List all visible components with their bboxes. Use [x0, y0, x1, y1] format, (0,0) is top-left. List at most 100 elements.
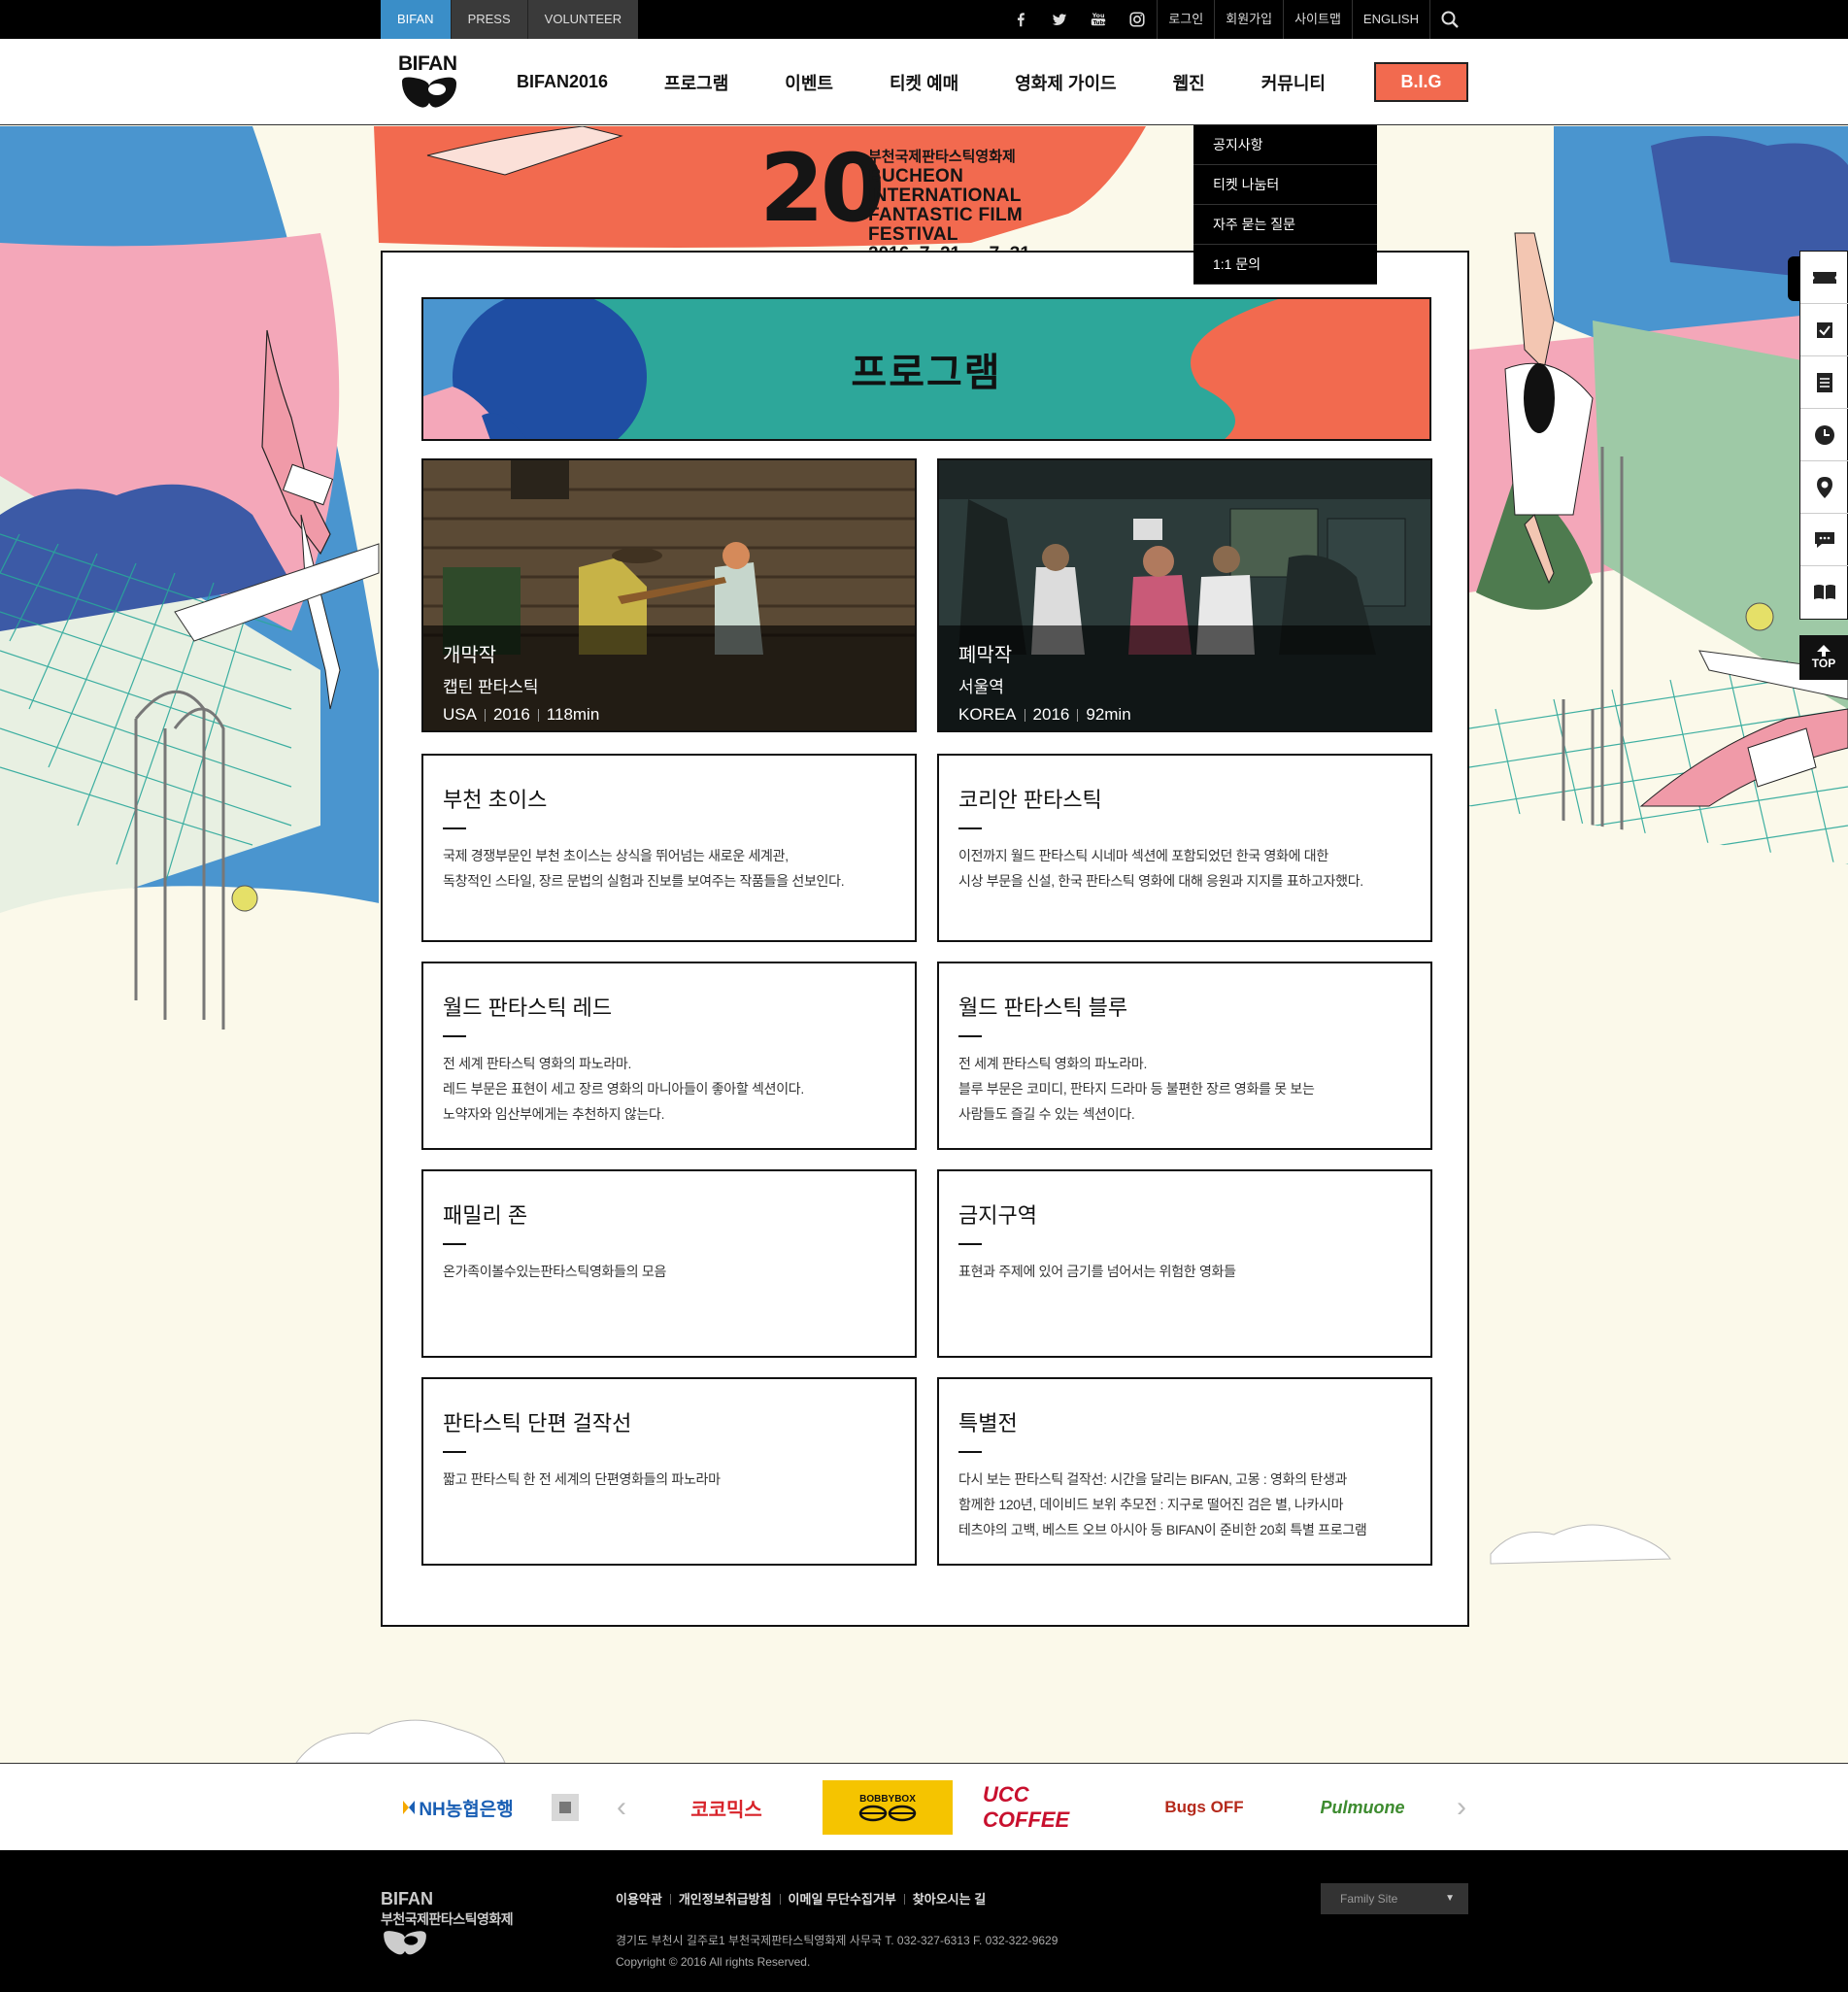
sponsor-next-arrow-icon[interactable]: ›	[1447, 1764, 1476, 1851]
nav-item-event[interactable]: 이벤트	[785, 70, 833, 95]
sponsor-nh-bank[interactable]: NH농협은행	[379, 1764, 534, 1851]
footer-link-directions[interactable]: 찾아오시는 길	[896, 1889, 986, 1908]
bobbybox-eyes-icon	[858, 1805, 917, 1821]
nav-item-webzine[interactable]: 웹진	[1173, 70, 1205, 95]
film-meta: KOREA 2016 92min	[958, 705, 1411, 725]
nav-item-ticket[interactable]: 티켓 예매	[890, 70, 958, 95]
section-title: 코리안 판타스틱	[958, 788, 1102, 812]
sponsor-logo[interactable]: Bugs OFF	[1139, 1764, 1269, 1851]
section-card-family-zone[interactable]: 패밀리 존 온가족이볼수있는판타스틱영화들의 모음	[421, 1169, 917, 1358]
clock-icon[interactable]	[1800, 409, 1848, 461]
desc-line: 온가족이볼수있는판타스틱영화들의 모음	[443, 1264, 667, 1279]
book-icon[interactable]	[1800, 566, 1848, 619]
sponsor-logo[interactable]: UCC COFFEE	[983, 1764, 1113, 1851]
desc-line: 함께한 120년, 데이비드 보위 추모전 : 지구로 떨어진 검은 별, 나카…	[958, 1497, 1344, 1512]
opening-film-caption: 개막작 캡틴 판타스틱 USA 2016 118min	[423, 625, 915, 730]
logo-mark-icon	[402, 77, 456, 108]
nav-menu: BIFAN2016 프로그램 이벤트 티켓 예매 영화제 가이드 웹진 커뮤니티	[517, 39, 1382, 125]
footer-link-privacy[interactable]: 개인정보취급방침	[662, 1889, 772, 1908]
section-card-korean-fantastic[interactable]: 코리안 판타스틱 이전까지 월드 판타스틱 시네마 섹션에 포함되었던 한국 영…	[937, 754, 1432, 942]
section-card-short-films[interactable]: 판타스틱 단편 걸작선 짧고 판타스틱 한 전 세계의 단편영화들의 파노라마	[421, 1377, 917, 1566]
footer-copyright: Copyright © 2016 All rights Reserved.	[616, 1955, 811, 1969]
youtube-icon[interactable]: You Tube	[1079, 0, 1118, 39]
instagram-icon[interactable]	[1118, 0, 1157, 39]
site-footer: BIFAN 부천국제판타스틱영화제 이용약관 개인정보취급방침 이메일 무단수집…	[0, 1850, 1848, 1992]
main-navigation: BIFAN BIFAN2016 프로그램 이벤트 티켓 예매 영화제 가이드 웹…	[0, 39, 1848, 125]
logo-text: BIFAN	[398, 52, 457, 75]
dropdown-item-ticket-share[interactable]: 티켓 나눔터	[1193, 165, 1377, 205]
sponsor-bg: BOBBYBOX	[823, 1780, 953, 1835]
film-runtime: 92min	[1086, 705, 1131, 724]
quick-menu-list	[1799, 251, 1848, 620]
nav-item-bifan2016[interactable]: BIFAN2016	[517, 72, 608, 92]
family-site-select[interactable]: Family Site ▼	[1321, 1883, 1468, 1914]
sponsor-logo[interactable]: 코코믹스	[661, 1764, 791, 1851]
dropdown-item-faq[interactable]: 자주 묻는 질문	[1193, 205, 1377, 245]
section-card-special[interactable]: 특별전 다시 보는 판타스틱 걸작선: 시간을 달리는 BIFAN, 고몽 : …	[937, 1377, 1432, 1566]
login-link[interactable]: 로그인	[1157, 0, 1214, 39]
section-title: 월드 판타스틱 블루	[958, 996, 1128, 1020]
nav-item-program[interactable]: 프로그램	[664, 70, 728, 95]
desc-line: 레드 부문은 표현이 세고 장르 영화의 마니아들이 좋아할 섹션이다.	[443, 1081, 804, 1097]
sponsor-name: Pulmuone	[1320, 1797, 1405, 1817]
film-country: USA	[443, 705, 477, 724]
search-icon[interactable]	[1429, 0, 1468, 39]
twitter-icon[interactable]	[1040, 0, 1079, 39]
sponsor-stop-button[interactable]	[551, 1764, 580, 1851]
closing-film-card[interactable]: 폐막작 서울역 KOREA 2016 92min	[937, 458, 1432, 732]
ticket-icon[interactable]	[1800, 252, 1848, 304]
facebook-icon[interactable]	[1001, 0, 1040, 39]
tab-bifan[interactable]: BIFAN	[381, 0, 451, 39]
nh-logo-icon	[403, 1801, 416, 1814]
section-divider	[443, 1451, 466, 1453]
footer-link-terms[interactable]: 이용약관	[616, 1889, 662, 1908]
banner-title: 프로그램	[851, 352, 1002, 394]
dropdown-item-inquiry[interactable]: 1:1 문의	[1193, 245, 1377, 285]
section-description: 국제 경쟁부문인 부천 초이스는 상식을 뛰어넘는 새로운 세계관, 독창적인 …	[443, 843, 895, 894]
film-title: 서울역	[958, 678, 1004, 696]
desc-line: 전 세계 판타스틱 영화의 파노라마.	[443, 1056, 632, 1071]
back-to-top-button[interactable]: TOP	[1799, 635, 1848, 680]
signup-link[interactable]: 회원가입	[1214, 0, 1283, 39]
dropdown-item-notice[interactable]: 공지사항	[1193, 125, 1377, 165]
english-link[interactable]: ENGLISH	[1351, 0, 1429, 39]
section-title: 패밀리 존	[443, 1203, 528, 1228]
sitemap-link[interactable]: 사이트맵	[1283, 0, 1352, 39]
section-card-world-blue[interactable]: 월드 판타스틱 블루 전 세계 판타스틱 영화의 파노라마. 블루 부문은 코미…	[937, 962, 1432, 1150]
chat-icon[interactable]	[1800, 514, 1848, 566]
section-description: 표현과 주제에 있어 금기를 넘어서는 위험한 영화들	[958, 1259, 1411, 1284]
sponsor-prev-arrow-icon[interactable]: ‹	[607, 1764, 636, 1851]
desc-line: 짧고 판타스틱 한 전 세계의 단편영화들의 파노라마	[443, 1471, 721, 1487]
festival-name-en-2: FANTASTIC FILM FESTIVAL	[868, 205, 1023, 245]
desc-line: 테츠야의 고백, 베스트 오브 아시아 등 BIFAN이 준비한 20회 특별 …	[958, 1522, 1367, 1537]
section-card-forbidden-zone[interactable]: 금지구역 표현과 주제에 있어 금기를 넘어서는 위험한 영화들	[937, 1169, 1432, 1358]
nav-item-community[interactable]: 커뮤니티	[1261, 70, 1326, 95]
section-divider	[958, 1451, 982, 1453]
section-card-bucheon-choice[interactable]: 부천 초이스 국제 경쟁부문인 부천 초이스는 상식을 뛰어넘는 새로운 세계관…	[421, 754, 917, 942]
location-icon[interactable]	[1800, 461, 1848, 514]
tab-press[interactable]: PRESS	[450, 0, 527, 39]
opening-film-card[interactable]: 개막작 캡틴 판타스틱 USA 2016 118min	[421, 458, 917, 732]
section-title: 금지구역	[958, 1203, 1037, 1228]
section-title: 월드 판타스틱 레드	[443, 996, 613, 1020]
festival-number: 20	[759, 134, 886, 243]
footer-link-email-refusal[interactable]: 이메일 무단수집거부	[772, 1889, 896, 1908]
bifan-logo[interactable]: BIFAN	[398, 52, 460, 113]
sponsor-logo[interactable]: BOBBYBOX	[823, 1764, 953, 1851]
desc-line: 시상 부문을 신설, 한국 판타스틱 영화에 대해 응원과 지지를 표하고자했다…	[958, 873, 1363, 889]
footer-logo-subtitle: 부천국제판타스틱영화제	[381, 1911, 514, 1927]
tab-volunteer[interactable]: VOLUNTEER	[526, 0, 639, 39]
nav-item-guide[interactable]: 영화제 가이드	[1015, 70, 1116, 95]
check-icon[interactable]	[1800, 304, 1848, 356]
desc-line: 표현과 주제에 있어 금기를 넘어서는 위험한 영화들	[958, 1264, 1236, 1279]
festival-text: 부천국제판타스틱영화제 BUCHEON INTERNATIONAL FANTAS…	[868, 148, 1111, 264]
section-divider	[443, 827, 466, 829]
sponsor-logo[interactable]: Pulmuone	[1297, 1764, 1428, 1851]
section-divider	[958, 827, 982, 829]
section-card-world-red[interactable]: 월드 판타스틱 레드 전 세계 판타스틱 영화의 파노라마. 레드 부문은 표현…	[421, 962, 917, 1150]
desc-line: 국제 경쟁부문인 부천 초이스는 상식을 뛰어넘는 새로운 세계관,	[443, 848, 789, 863]
document-icon[interactable]	[1800, 356, 1848, 409]
big-button[interactable]: B.I.G	[1374, 62, 1468, 102]
top-label: TOP	[1811, 657, 1836, 670]
top-utility-bar: BIFAN PRESS VOLUNTEER You Tube 로그인 회원가입 사…	[0, 0, 1848, 39]
